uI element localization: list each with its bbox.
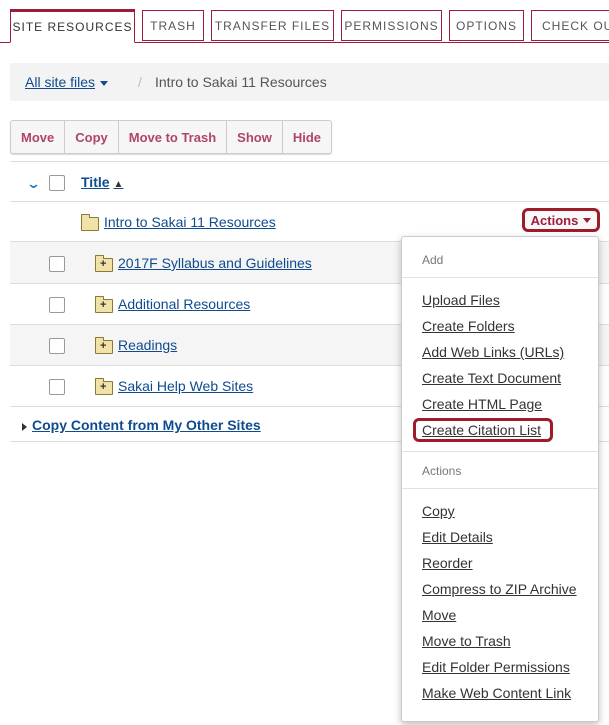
- divider: [402, 277, 598, 278]
- actions-section-header: Actions: [422, 464, 462, 478]
- folder-icon: [81, 214, 99, 231]
- folder-expand-icon[interactable]: +: [95, 255, 113, 272]
- move-button[interactable]: Move: [11, 121, 66, 153]
- chevron-down-icon: [100, 80, 109, 86]
- menu-item-edit-details[interactable]: Edit Details: [422, 529, 493, 545]
- hide-button[interactable]: Hide: [283, 121, 331, 153]
- menu-item-add-web-links[interactable]: Add Web Links (URLs): [422, 344, 564, 360]
- row-checkbox[interactable]: [49, 379, 65, 395]
- tab-transfer-files[interactable]: TRANSFER FILES: [211, 10, 334, 41]
- parent-folder-row: Intro to Sakai 11 Resources: [10, 201, 609, 241]
- folder-expand-icon[interactable]: +: [95, 296, 113, 313]
- menu-item-reorder[interactable]: Reorder: [422, 555, 473, 571]
- menu-item-move[interactable]: Move: [422, 607, 456, 623]
- folder-link[interactable]: Readings: [118, 337, 177, 353]
- menu-item-edit-folder-permissions[interactable]: Edit Folder Permissions: [422, 659, 570, 675]
- row-checkbox[interactable]: [49, 297, 65, 313]
- breadcrumb-current: Intro to Sakai 11 Resources: [155, 74, 327, 90]
- parent-folder-link[interactable]: Intro to Sakai 11 Resources: [104, 214, 276, 230]
- move-to-trash-button[interactable]: Move to Trash: [119, 121, 228, 153]
- tab-check-out[interactable]: CHECK OU: [531, 10, 609, 41]
- folder-expand-icon[interactable]: +: [95, 378, 113, 395]
- actions-dropdown-menu: Add Upload Files Create Folders Add Web …: [401, 236, 599, 722]
- table-header: ⌄ Title ▲: [10, 161, 609, 201]
- action-toolbar: Move Copy Move to Trash Show Hide: [10, 120, 332, 154]
- actions-button[interactable]: Actions: [522, 208, 600, 232]
- folder-link[interactable]: Additional Resources: [118, 296, 250, 312]
- menu-item-make-web-content-link[interactable]: Make Web Content Link: [422, 685, 571, 701]
- menu-item-copy[interactable]: Copy: [422, 503, 455, 519]
- tab-permissions[interactable]: PERMISSIONS: [341, 10, 442, 41]
- row-checkbox[interactable]: [49, 256, 65, 272]
- add-section-header: Add: [422, 253, 444, 267]
- menu-item-upload-files[interactable]: Upload Files: [422, 292, 500, 308]
- menu-item-create-folders[interactable]: Create Folders: [422, 318, 515, 334]
- tool-tabs: SITE RESOURCES TRASH TRANSFER FILES PERM…: [0, 0, 609, 43]
- citation-list-highlight: [413, 418, 553, 442]
- collapse-all-icon[interactable]: ⌄: [26, 176, 41, 192]
- breadcrumb-all-site-files[interactable]: All site files: [25, 74, 109, 90]
- menu-item-create-html-page[interactable]: Create HTML Page: [422, 396, 542, 412]
- chevron-down-icon: [583, 217, 592, 223]
- folder-link[interactable]: Sakai Help Web Sites: [118, 378, 253, 394]
- breadcrumb: All site files / Intro to Sakai 11 Resou…: [10, 63, 609, 101]
- breadcrumb-separator: /: [138, 74, 142, 90]
- tab-site-resources[interactable]: SITE RESOURCES: [10, 9, 135, 43]
- sort-icon: ▲: [113, 179, 124, 190]
- show-button[interactable]: Show: [227, 121, 283, 153]
- folder-expand-icon[interactable]: +: [95, 337, 113, 354]
- tab-trash[interactable]: TRASH: [142, 10, 204, 41]
- copy-button[interactable]: Copy: [65, 121, 119, 153]
- expand-triangle-icon[interactable]: [22, 423, 27, 431]
- row-checkbox[interactable]: [49, 338, 65, 354]
- divider: [402, 451, 598, 452]
- select-all-checkbox[interactable]: [49, 175, 65, 191]
- divider: [402, 488, 598, 489]
- menu-item-move-to-trash[interactable]: Move to Trash: [422, 633, 511, 649]
- folder-link[interactable]: 2017F Syllabus and Guidelines: [118, 255, 312, 271]
- title-sort-link[interactable]: Title ▲: [81, 174, 123, 190]
- menu-item-compress-zip[interactable]: Compress to ZIP Archive: [422, 581, 577, 597]
- menu-item-create-text-document[interactable]: Create Text Document: [422, 370, 561, 386]
- tab-options[interactable]: OPTIONS: [449, 10, 524, 41]
- copy-content-link[interactable]: Copy Content from My Other Sites: [32, 417, 261, 433]
